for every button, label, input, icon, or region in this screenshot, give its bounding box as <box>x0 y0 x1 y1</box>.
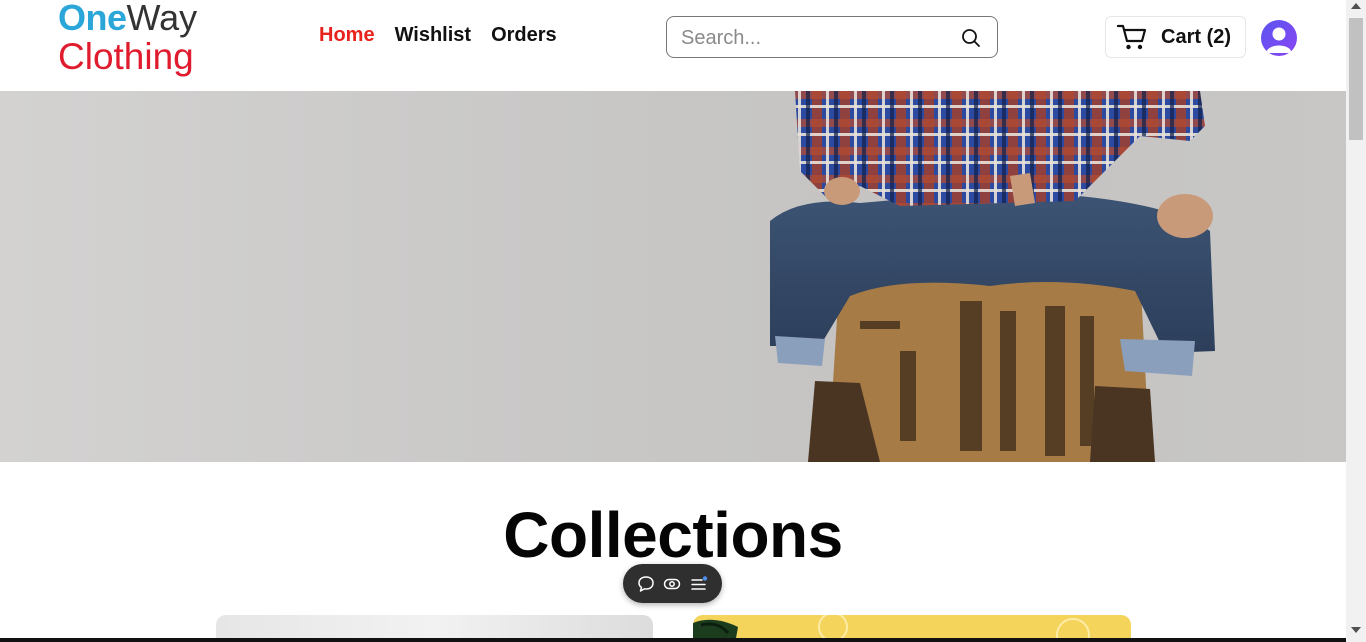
search-box <box>666 16 998 58</box>
page-scrollbar[interactable] <box>1346 0 1366 642</box>
search-input[interactable] <box>681 25 941 51</box>
cart-button[interactable]: Cart (2) <box>1105 16 1246 58</box>
floating-toolbar <box>623 564 722 603</box>
collections-title: Collections <box>503 499 843 571</box>
comment-icon[interactable] <box>637 575 655 593</box>
search-icon[interactable] <box>961 28 981 48</box>
logo-clothing: Clothing <box>58 36 194 77</box>
scroll-down-arrow-icon[interactable] <box>1351 627 1361 633</box>
nav-wishlist[interactable]: Wishlist <box>395 24 472 47</box>
main-nav: Home Wishlist Orders <box>319 24 557 47</box>
logo-way: Way <box>126 0 198 38</box>
cart-label: Cart (2) <box>1161 25 1232 48</box>
menu-list-icon[interactable] <box>690 575 708 593</box>
viewport-bottom-edge <box>0 638 1346 642</box>
user-avatar-icon[interactable] <box>1261 20 1297 56</box>
cart-icon <box>1117 24 1147 50</box>
site-header: OneWay Clothing Home Wishlist Orders Car… <box>0 0 1346 91</box>
hero-banner <box>0 91 1346 462</box>
nav-orders[interactable]: Orders <box>491 24 557 47</box>
hero-image <box>770 91 1215 462</box>
scrollbar-thumb[interactable] <box>1349 18 1363 140</box>
eye-icon[interactable] <box>663 575 681 593</box>
scroll-up-arrow-icon[interactable] <box>1351 3 1361 9</box>
logo-one: One <box>58 0 127 38</box>
nav-home[interactable]: Home <box>319 24 375 47</box>
